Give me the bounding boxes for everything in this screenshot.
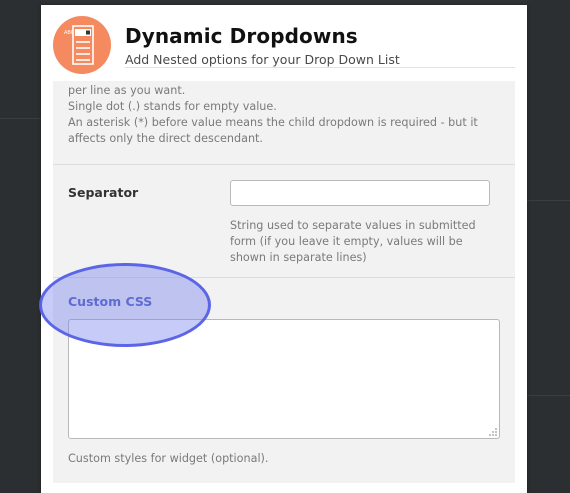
section-divider [53,277,515,278]
dropdown-list-icon: ABC [53,16,111,74]
resize-grip-icon[interactable] [488,427,498,437]
separator-input[interactable] [230,180,490,206]
backdrop-line [527,395,570,396]
backdrop-line [0,118,41,119]
svg-text:ABC: ABC [64,30,75,36]
app-title: Dynamic Dropdowns [125,24,358,48]
backdrop-left [0,0,41,493]
app-subtitle: Add Nested options for your Drop Down Li… [125,52,400,67]
options-help-line: Single dot (.) stands for empty value. [68,100,277,113]
separator-help-line: shown in separate lines) [230,251,367,264]
backdrop-line [527,200,570,201]
settings-panel: per line as you want. Single dot (.) sta… [53,81,515,483]
widget-settings-modal: ABC Dynamic Dropdowns Add Nested options… [41,5,527,493]
separator-label: Separator [68,185,139,200]
section-divider [53,164,515,165]
backdrop-right [527,0,570,493]
custom-css-textarea[interactable] [68,319,500,439]
custom-css-help: Custom styles for widget (optional). [68,452,269,465]
separator-help-line: form (if you leave it empty, values will… [230,235,463,248]
modal-header: ABC Dynamic Dropdowns Add Nested options… [41,5,527,81]
separator-help-line: String used to separate values in submit… [230,219,476,232]
header-divider [125,67,515,68]
options-help-line: affects only the direct descendant. [68,132,263,145]
custom-css-label: Custom CSS [68,294,153,309]
options-help-line: per line as you want. [68,84,186,97]
options-help-line: An asterisk (*) before value means the c… [68,116,478,129]
